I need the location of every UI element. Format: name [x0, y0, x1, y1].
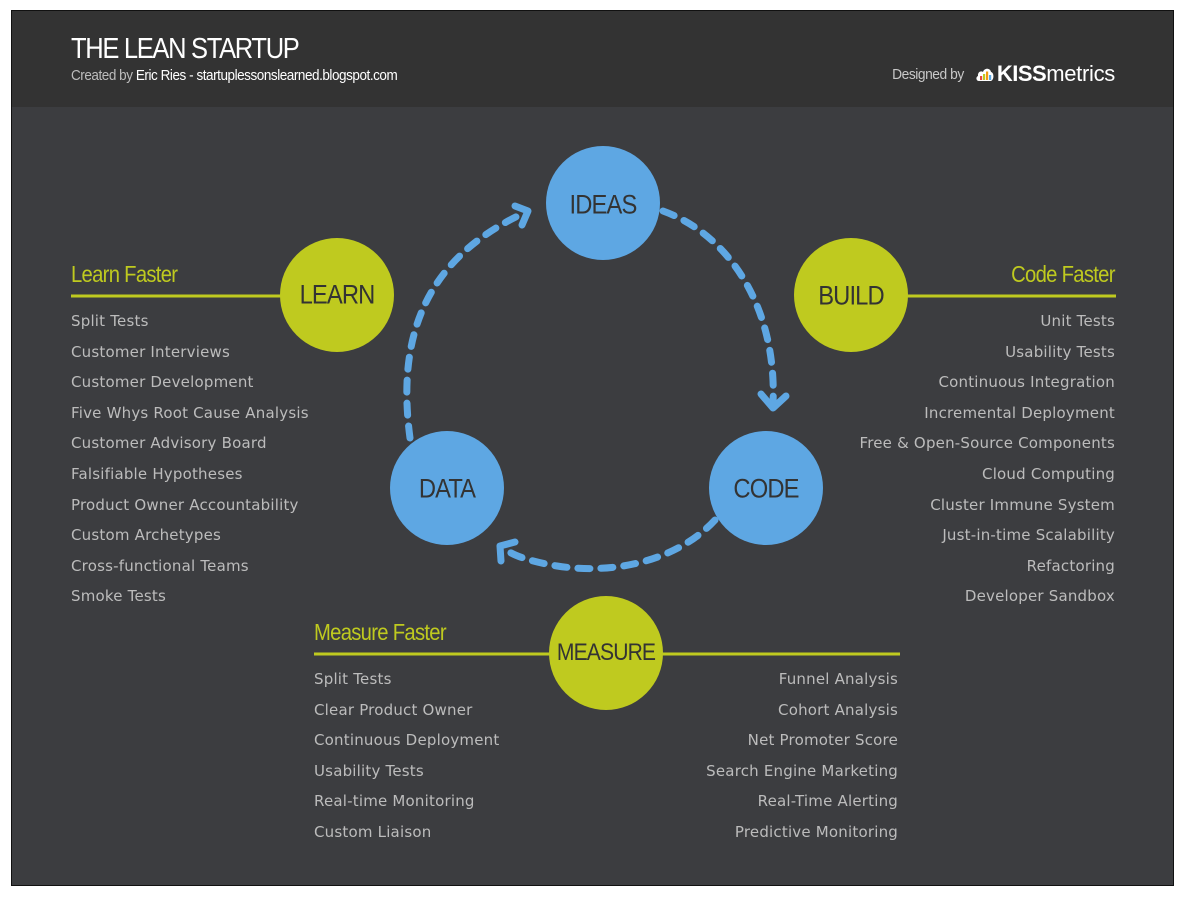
list-item: Real-time Monitoring: [314, 792, 475, 811]
list-item: Just-in-time Scalability: [942, 526, 1115, 545]
list-item: Five Whys Root Cause Analysis: [71, 403, 309, 422]
list-item: Cloud Computing: [982, 464, 1115, 483]
list-item: Predictive Monitoring: [734, 822, 898, 841]
learn-faster-title: Learn Faster: [71, 261, 178, 287]
list-item: Free & Open-Source Components: [859, 434, 1115, 453]
measure-faster-title: Measure Faster: [314, 619, 447, 645]
code-faster-title: Code Faster: [1011, 261, 1115, 287]
learn-label: LEARN: [299, 279, 376, 310]
list-item: Falsifiable Hypotheses: [71, 464, 243, 483]
list-item: Smoke Tests: [71, 587, 167, 606]
measure-list-right: Funnel Analysis Cohort Analysis Net Prom…: [706, 669, 898, 853]
build-label: BUILD: [818, 280, 884, 311]
list-item: Unit Tests: [1040, 312, 1115, 330]
list-item: Split Tests: [71, 312, 149, 330]
list-item: Continuous Deployment: [314, 731, 500, 750]
list-item: Split Tests: [314, 670, 392, 688]
arrow-code-to-data: [499, 516, 719, 572]
ideas-label: IDEAS: [569, 189, 638, 220]
data-label: DATA: [418, 473, 476, 504]
list-item: Net Promoter Score: [747, 731, 898, 750]
list-item: Customer Interviews: [71, 342, 230, 361]
infographic-frame: THE LEAN STARTUP Created by Eric Ries - …: [11, 10, 1174, 886]
list-item: Cluster Immune System: [930, 495, 1115, 514]
arrow-data-to-ideas: [403, 210, 526, 442]
list-item: Search Engine Marketing: [706, 761, 898, 780]
list-item: Usability Tests: [314, 761, 424, 780]
list-item: Custom Liaison: [314, 822, 432, 841]
list-item: Customer Advisory Board: [71, 434, 267, 453]
list-item: Refactoring: [1026, 556, 1115, 575]
list-item: Cross-functional Teams: [71, 556, 249, 575]
list-item: Incremental Deployment: [924, 403, 1115, 422]
list-item: Product Owner Accountability: [71, 495, 299, 514]
learn-list: Split Tests Customer Interviews Customer…: [71, 311, 309, 617]
code-label: CODE: [733, 473, 799, 504]
list-item: Custom Archetypes: [71, 526, 222, 545]
build-list: Unit Tests Usability Tests Continuous In…: [859, 311, 1115, 617]
measure-label: MEASURE: [556, 639, 656, 666]
list-item: Customer Development: [71, 373, 254, 392]
list-item: Usability Tests: [1005, 342, 1115, 361]
list-item: Cohort Analysis: [778, 700, 898, 719]
list-item: Funnel Analysis: [778, 670, 898, 688]
list-item: Clear Product Owner: [314, 700, 473, 719]
list-item: Developer Sandbox: [964, 587, 1115, 606]
measure-list-left: Split Tests Clear Product Owner Continuo…: [314, 669, 499, 853]
list-item: Continuous Integration: [938, 373, 1115, 392]
arrow-ideas-to-code: [659, 207, 777, 407]
list-item: Real-Time Alerting: [757, 792, 898, 811]
